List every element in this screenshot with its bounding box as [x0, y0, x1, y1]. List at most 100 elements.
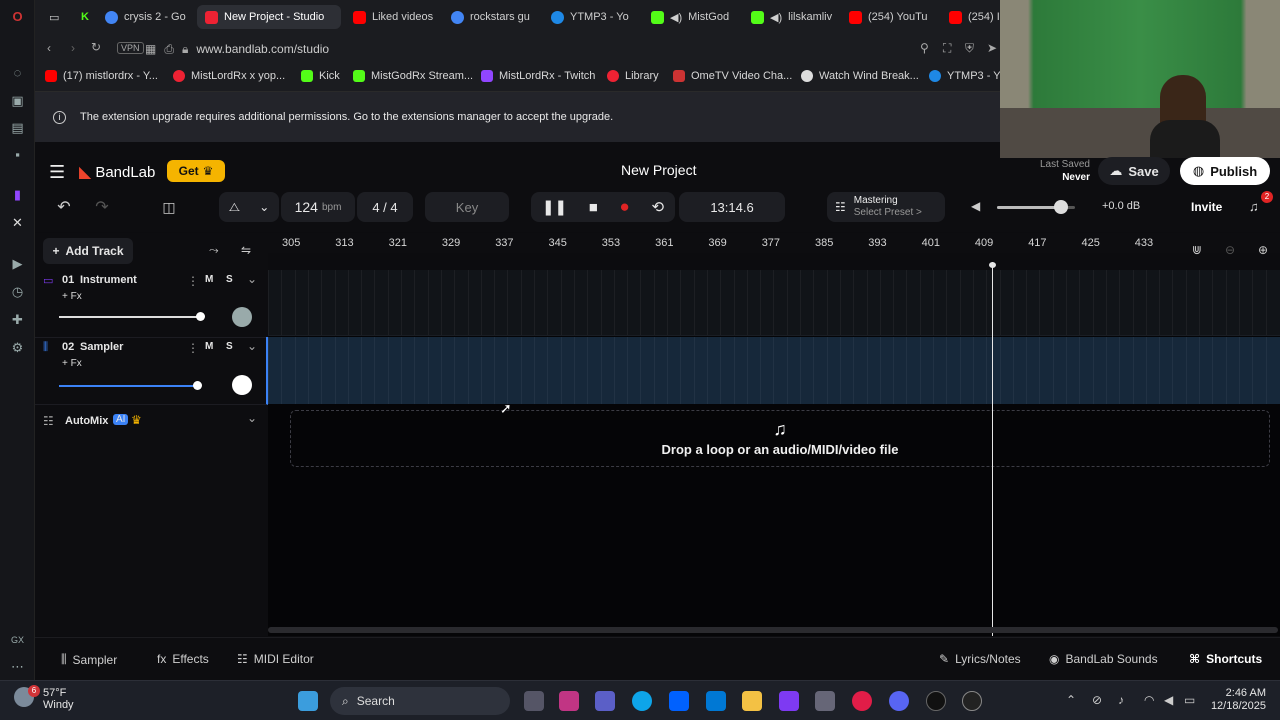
taskbar-search[interactable]: ⌕ Search	[330, 687, 510, 715]
mic-off-icon[interactable]: ⊘	[1092, 693, 1102, 707]
camera-icon[interactable]	[815, 691, 835, 711]
media-player-icon[interactable]	[962, 691, 982, 711]
weather-widget[interactable]: 57°F Windy	[43, 687, 74, 711]
pin-icon[interactable]: ⚲	[920, 41, 929, 55]
more-icon[interactable]: ⋯	[9, 658, 26, 675]
bookmark-item[interactable]: Kick	[301, 70, 340, 82]
timeline-ruler[interactable]: 305 313 321 329 337 345 353 361 369 377 385 393 401 4…	[268, 233, 1280, 253]
bell-icon[interactable]: ♫	[1249, 199, 1259, 214]
url-text[interactable]: www.bandlab.com/studio	[196, 42, 329, 56]
track-menu-icon[interactable]: ⋮	[187, 274, 199, 288]
opera-logo-icon[interactable]: O	[9, 8, 26, 25]
player-icon[interactable]: ▶	[9, 255, 26, 272]
key-field[interactable]: Key	[425, 192, 509, 222]
bandlab-sounds-tab[interactable]: ◉ BandLab Sounds	[1049, 652, 1158, 666]
mastering-button[interactable]: ☷ Mastering Select Preset >	[827, 192, 945, 222]
add-track-button[interactable]: + Add Track	[43, 238, 133, 264]
outlook-icon[interactable]	[706, 691, 726, 711]
dropbox-icon[interactable]	[669, 691, 689, 711]
midi-editor-tab[interactable]: ☷ MIDI Editor	[237, 652, 314, 666]
menu-icon[interactable]: ☰	[49, 162, 65, 183]
tab-youtube-1[interactable]: (254) YouTu	[841, 5, 933, 29]
pan-knob[interactable]	[232, 307, 252, 327]
record-icon[interactable]: ●	[620, 197, 630, 217]
automix-row[interactable]: ☷ AutoMix AI ♛ ⌄	[35, 409, 268, 435]
vpn-badge[interactable]: VPN	[117, 42, 144, 54]
copilot-icon[interactable]	[559, 691, 579, 711]
wifi-icon[interactable]: ◠	[1144, 693, 1154, 707]
project-title[interactable]: New Project	[621, 162, 696, 178]
playhead-handle[interactable]	[989, 262, 996, 268]
reload-icon[interactable]: ↻	[91, 40, 101, 54]
bookmark-item[interactable]: OmeTV Video Cha...	[673, 70, 792, 82]
url-field[interactable]: ▦ ⎙ 🔒︎ www.bandlab.com/studio	[145, 38, 965, 60]
tab-lilskamliv[interactable]: ◀) lilskamliv	[743, 5, 835, 29]
volume-handle[interactable]	[196, 312, 205, 321]
easy-setup-icon[interactable]: ▦	[145, 42, 156, 56]
wallet-icon[interactable]: ▪	[9, 146, 26, 163]
speaker-icon[interactable]: ◀	[971, 199, 980, 213]
toggle-panel-icon[interactable]: ◫	[153, 192, 185, 222]
tab-youtube-2[interactable]: (254) Is	[941, 5, 1001, 29]
history-icon[interactable]: ◷	[9, 283, 26, 300]
pan-knob[interactable]	[232, 375, 252, 395]
track-name[interactable]: Instrument	[80, 274, 137, 286]
solo-button[interactable]: S	[226, 274, 233, 285]
mute-button[interactable]: M	[205, 274, 213, 285]
effects-tab[interactable]: fx Effects	[157, 652, 209, 666]
teams-icon[interactable]	[595, 691, 615, 711]
system-clock[interactable]: 2:46 AM 12/18/2025	[1210, 687, 1266, 713]
tab-crysis[interactable]: crysis 2 - Go	[97, 5, 193, 29]
shortcuts-tab[interactable]: ⌘ Shortcuts	[1189, 652, 1262, 666]
settings-icon[interactable]: ⚙	[9, 339, 26, 356]
chevron-down-icon[interactable]: ⌄	[247, 272, 257, 286]
chevron-down-icon[interactable]: ⌄	[247, 411, 257, 425]
master-volume-slider[interactable]	[997, 200, 1075, 214]
automation-icon[interactable]: ⤳	[209, 243, 219, 258]
chevron-down-icon[interactable]: ⌄	[247, 339, 257, 353]
forward-icon[interactable]: ›	[71, 41, 75, 55]
tab-bandlab-studio[interactable]: New Project - Studio	[197, 5, 341, 29]
clipchamp-icon[interactable]	[779, 691, 799, 711]
battery-icon[interactable]: ▭	[1184, 693, 1195, 707]
track-volume-slider[interactable]	[59, 381, 203, 390]
time-signature-field[interactable]: 4 / 4	[357, 192, 413, 222]
publish-button[interactable]: ◍ Publish	[1180, 157, 1270, 185]
bookmark-item[interactable]: Library	[607, 70, 659, 82]
add-fx-button[interactable]: + Fx	[62, 358, 82, 369]
zoom-in-icon[interactable]: ⊕	[1258, 243, 1268, 257]
track-settings-icon[interactable]: ⇋	[241, 243, 251, 257]
bookmark-item[interactable]: MistLordRx x yop...	[173, 70, 285, 82]
bookmark-item[interactable]: YTMP3 - Yo	[929, 70, 1006, 82]
bookmark-item[interactable]: (17) mistlordrx - Y...	[45, 70, 158, 82]
shield-icon[interactable]: ⛨	[965, 41, 974, 56]
extensions-icon[interactable]: ✚	[9, 311, 26, 328]
volume-handle[interactable]	[193, 381, 203, 390]
tab-liked-videos[interactable]: Liked videos	[345, 5, 435, 29]
gx-icon[interactable]: GX	[9, 632, 26, 649]
mute-button[interactable]: M	[205, 341, 213, 352]
redo-button[interactable]: ↷	[83, 192, 121, 222]
back-icon[interactable]: ‹	[47, 41, 51, 55]
briefcase-icon[interactable]: ▣	[9, 92, 26, 109]
send-icon[interactable]: ➤	[987, 41, 997, 55]
track-header[interactable]: ⫼ 02 Sampler ⋮ M S ⌄ + Fx	[35, 337, 268, 405]
bookmark-item[interactable]: Watch Wind Break...	[801, 70, 919, 82]
tray-chevron-icon[interactable]: ⌃	[1066, 693, 1076, 707]
invite-button[interactable]: Invite	[1191, 200, 1222, 214]
volume-icon[interactable]: ◀	[1164, 693, 1173, 707]
layers-icon[interactable]: ▤	[9, 119, 26, 136]
aria-icon[interactable]: ◌	[9, 64, 26, 81]
loop-icon[interactable]: ⟲	[652, 198, 665, 216]
add-fx-button[interactable]: + Fx	[62, 291, 82, 302]
bandlab-logo[interactable]: ◣ BandLab	[79, 162, 155, 182]
save-button[interactable]: ☁ Save	[1098, 157, 1170, 185]
playhead[interactable]	[992, 262, 993, 636]
zoom-out-icon[interactable]: ⊖	[1225, 243, 1235, 257]
drop-zone[interactable]: ♫ Drop a loop or an audio/MIDI/video fil…	[290, 410, 1270, 467]
pause-icon[interactable]: ❚❚	[542, 198, 567, 216]
kick-pinned-tab[interactable]: K	[73, 5, 95, 29]
solo-button[interactable]: S	[226, 341, 233, 352]
snapshot-icon[interactable]: ⛶	[943, 41, 951, 56]
lyrics-notes-tab[interactable]: ✎ Lyrics/Notes	[939, 652, 1021, 666]
